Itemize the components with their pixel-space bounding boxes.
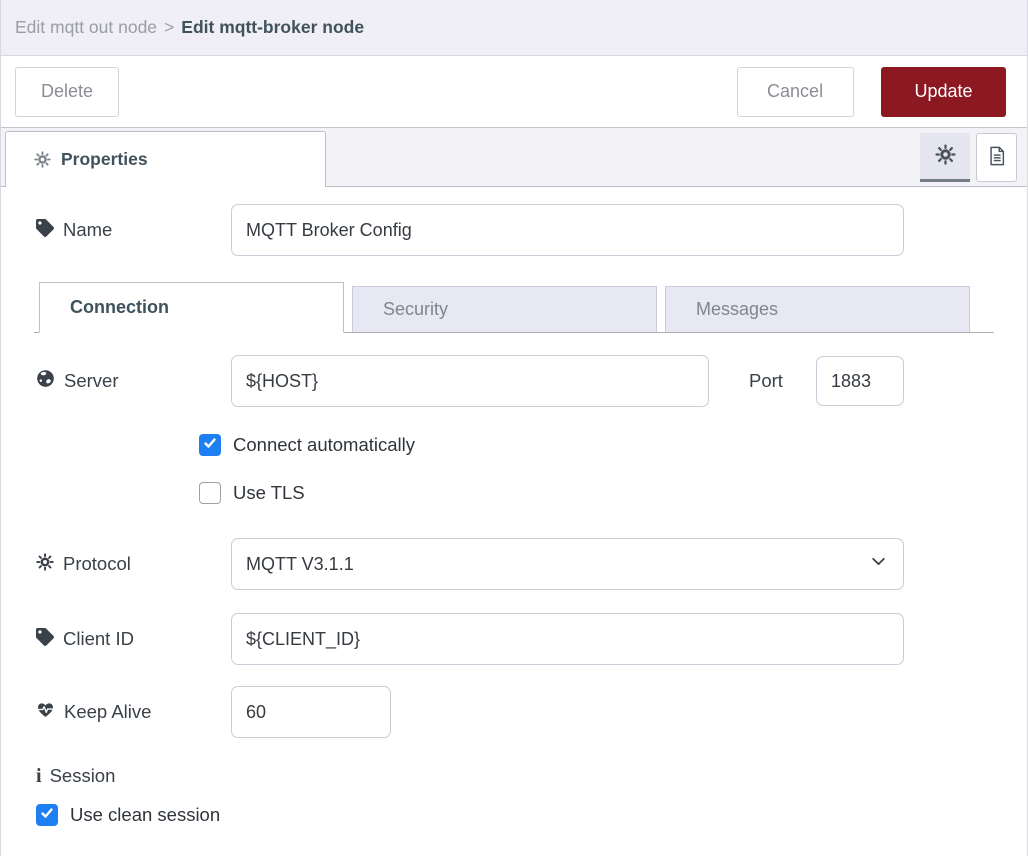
protocol-select[interactable]: MQTT V3.1.1 — [231, 538, 904, 590]
use-tls-row: Use TLS — [199, 482, 1027, 504]
tab-security[interactable]: Security — [352, 286, 657, 332]
globe-icon — [36, 369, 55, 393]
heartbeat-icon — [36, 700, 55, 724]
clean-session-label: Use clean session — [70, 804, 220, 826]
keep-alive-row: Keep Alive — [36, 686, 1027, 738]
description-doc-button[interactable] — [976, 133, 1017, 182]
tab-connection[interactable]: Connection — [39, 282, 344, 333]
client-id-input[interactable] — [231, 613, 904, 665]
gear-icon — [935, 144, 956, 168]
right-button-group: Cancel Update — [737, 67, 1006, 117]
tabbar-icon-buttons — [920, 133, 1017, 182]
server-row: Server Port — [36, 355, 1027, 407]
gear-icon — [36, 553, 54, 576]
connect-auto-label: Connect automatically — [233, 434, 415, 456]
breadcrumb-current: Edit mqtt-broker node — [181, 17, 364, 38]
name-label: Name — [36, 219, 231, 242]
name-row: Name — [36, 204, 1027, 256]
breadcrumb-separator: > — [164, 17, 174, 38]
gear-icon — [34, 151, 51, 168]
check-icon — [40, 806, 54, 825]
tag-icon — [36, 219, 54, 242]
check-icon — [203, 436, 217, 455]
tab-messages[interactable]: Messages — [665, 286, 970, 332]
tab-properties[interactable]: Properties — [5, 131, 326, 187]
keep-alive-input[interactable] — [231, 686, 391, 738]
connect-auto-row: Connect automatically — [199, 434, 1027, 456]
use-tls-checkbox[interactable] — [199, 482, 221, 504]
file-text-icon — [987, 145, 1007, 170]
cancel-button[interactable]: Cancel — [737, 67, 854, 117]
delete-button[interactable]: Delete — [15, 67, 119, 117]
server-label: Server — [36, 369, 231, 393]
properties-gear-button[interactable] — [920, 133, 970, 182]
port-label: Port — [749, 370, 783, 392]
edit-mqtt-broker-dialog: Edit mqtt out node > Edit mqtt-broker no… — [0, 0, 1028, 856]
tag-icon — [36, 628, 54, 651]
breadcrumb-parent[interactable]: Edit mqtt out node — [15, 17, 157, 38]
action-button-bar: Delete Cancel Update — [1, 56, 1027, 128]
tab-properties-label: Properties — [61, 149, 148, 170]
keep-alive-label: Keep Alive — [36, 700, 231, 724]
protocol-label: Protocol — [36, 553, 231, 576]
client-id-label: Client ID — [36, 628, 231, 651]
dialog-header: Edit mqtt out node > Edit mqtt-broker no… — [1, 0, 1027, 56]
client-id-row: Client ID — [36, 613, 1027, 665]
form-content: Name Connection Security Messages — [1, 187, 1027, 826]
info-icon: i — [36, 766, 42, 786]
port-input[interactable] — [816, 356, 904, 406]
clean-session-row: Use clean session — [36, 804, 1027, 826]
protocol-row: Protocol MQTT V3.1.1 — [36, 538, 1027, 590]
editor-tab-bar: Properties — [1, 128, 1027, 187]
clean-session-checkbox[interactable] — [36, 804, 58, 826]
server-input[interactable] — [231, 355, 709, 407]
connect-auto-checkbox[interactable] — [199, 434, 221, 456]
update-button[interactable]: Update — [881, 67, 1006, 117]
name-input[interactable] — [231, 204, 904, 256]
broker-subtabs: Connection Security Messages — [34, 283, 994, 333]
use-tls-label: Use TLS — [233, 482, 305, 504]
session-section-label: i Session — [36, 763, 1027, 789]
protocol-select-value: MQTT V3.1.1 — [246, 554, 354, 575]
chevron-down-icon — [870, 553, 887, 575]
